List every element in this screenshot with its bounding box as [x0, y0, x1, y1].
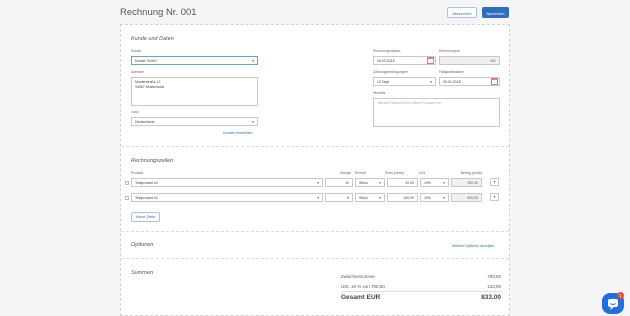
row-actions-button[interactable]: ▾: [490, 193, 499, 201]
country-value: Deutschland: [135, 120, 155, 124]
total-label: Gesamt EUR: [341, 294, 381, 301]
product-value: Testprodukt #1: [135, 181, 158, 185]
subtotal-value: 700,00: [487, 274, 501, 279]
invoice-number-value: 001: [490, 59, 496, 63]
caret-down-icon: ▾: [493, 180, 496, 184]
subtotal-label: Zwischensumme: [341, 274, 375, 279]
due-date-label: Fälligkeitsdatum: [439, 70, 465, 74]
customer-value: Muster GmbH: [135, 59, 157, 63]
table-row: Testprodukt #1 ▾ 10 Stück ▾ 20,00 19% ▾ …: [121, 177, 509, 189]
chevron-down-icon: ▾: [443, 181, 445, 185]
payment-terms-select[interactable]: 10 Tage ▾: [373, 77, 436, 86]
vat-label: USt. 19 % von 700,00: [341, 284, 385, 289]
chevron-down-icon: ▾: [252, 59, 254, 63]
country-select[interactable]: Deutschland ▾: [131, 117, 258, 126]
quantity-input[interactable]: 5: [325, 193, 353, 202]
column-vat: USt.: [419, 171, 426, 175]
invoice-date-value: 26.03.2018: [377, 59, 395, 63]
product-value: Testprodukt #2: [135, 196, 158, 200]
amount-value: 200,00: [467, 181, 478, 185]
price-input[interactable]: 100,00: [387, 193, 418, 202]
column-price: Preis (netto): [385, 171, 405, 175]
chevron-down-icon: ▾: [317, 181, 319, 185]
country-label: Land: [131, 110, 139, 114]
amount-value: 500,00: [467, 196, 478, 200]
notes-textarea[interactable]: Gib eine Nachricht an deinen Kunden ein: [373, 98, 500, 127]
options-section-heading: Optionen: [131, 242, 154, 248]
page-title: Rechnung Nr. 001: [120, 7, 197, 18]
caret-down-icon: ▾: [493, 195, 496, 199]
unit-value: Stück: [359, 196, 368, 200]
price-input[interactable]: 20,00: [387, 178, 418, 187]
invoice-number-input[interactable]: 001: [439, 56, 500, 65]
vat-value: 19%: [424, 196, 432, 200]
amount-field: 200,00: [451, 178, 482, 187]
vat-value: 133,00: [487, 284, 501, 289]
invoice-sheet: Kunde und Daten Kunde Muster GmbH ▾ Adre…: [120, 24, 510, 316]
price-value: 100,00: [403, 196, 414, 200]
quantity-value: 10: [345, 181, 349, 185]
table-row: Testprodukt #2 ▾ 5 Stück ▾ 100,00 19% ▾ …: [121, 192, 509, 204]
notes-placeholder: Gib eine Nachricht an deinen Kunden ein: [377, 101, 441, 105]
amount-field: 500,00: [451, 193, 482, 202]
invoice-number-label: Rechnungsnr.: [439, 49, 461, 53]
customer-select[interactable]: Muster GmbH ▾: [131, 56, 258, 65]
due-date-value: 05.04.2018: [443, 80, 461, 84]
column-quantity: Menge: [340, 171, 351, 175]
vat-select[interactable]: 19% ▾: [420, 193, 449, 202]
product-select[interactable]: Testprodukt #2 ▾: [131, 193, 323, 202]
row-actions-button[interactable]: ▾: [490, 178, 499, 186]
address-line-2: 34567 Musterstadt: [135, 85, 164, 89]
total-value: 833,00: [481, 294, 501, 301]
payment-terms-value: 10 Tage: [377, 80, 390, 84]
unit-value: Stück: [359, 181, 368, 185]
cancel-button[interactable]: Abbrechen: [447, 7, 477, 18]
vat-value: 19%: [424, 181, 432, 185]
vat-select[interactable]: 19% ▾: [420, 178, 449, 187]
quantity-input[interactable]: 10: [325, 178, 353, 187]
chevron-down-icon: ▾: [443, 196, 445, 200]
product-select[interactable]: Testprodukt #1 ▾: [131, 178, 323, 187]
chevron-down-icon: ▾: [252, 120, 254, 124]
new-line-button[interactable]: Neue Zeile: [131, 212, 160, 222]
section-divider: [121, 258, 509, 259]
quantity-value: 5: [347, 196, 349, 200]
column-amount: Betrag (netto): [460, 171, 482, 175]
chevron-down-icon: ▾: [379, 181, 381, 185]
address-textarea[interactable]: Musterstraße 12 34567 Musterstadt: [131, 77, 258, 106]
edit-customer-link[interactable]: Kunden bearbeiten: [223, 131, 253, 135]
drag-handle-icon[interactable]: [125, 196, 129, 200]
chevron-down-icon: ▾: [317, 196, 319, 200]
address-label: Adresse: [131, 70, 144, 74]
totals-divider: [341, 291, 502, 292]
invoice-date-label: Rechnungsdatum: [373, 49, 401, 53]
notification-badge: 1: [617, 292, 624, 299]
column-unit: Einheit: [355, 171, 366, 175]
unit-select[interactable]: Stück ▾: [355, 178, 385, 187]
totals-section-heading: Summen: [131, 270, 154, 276]
unit-select[interactable]: Stück ▾: [355, 193, 385, 202]
column-product: Produkt: [131, 171, 144, 175]
customer-label: Kunde: [131, 49, 142, 53]
lines-section-heading: Rechnungszeilen: [131, 158, 174, 164]
drag-handle-icon[interactable]: [125, 181, 129, 185]
chevron-down-icon: ▾: [430, 80, 432, 84]
chevron-down-icon: ▾: [379, 196, 381, 200]
more-options-link[interactable]: Weitere Optionen anzeigen: [452, 244, 494, 248]
notes-label: Hinweis: [373, 91, 386, 95]
calendar-icon[interactable]: [491, 78, 498, 85]
customer-section-heading: Kunde und Daten: [131, 36, 174, 42]
calendar-icon[interactable]: [427, 57, 434, 64]
payment-terms-label: Zahlungsbedingungen: [373, 70, 408, 74]
section-divider: [121, 231, 509, 232]
save-button[interactable]: Speichern: [482, 7, 509, 18]
section-divider: [121, 146, 509, 147]
price-value: 20,00: [405, 181, 414, 185]
